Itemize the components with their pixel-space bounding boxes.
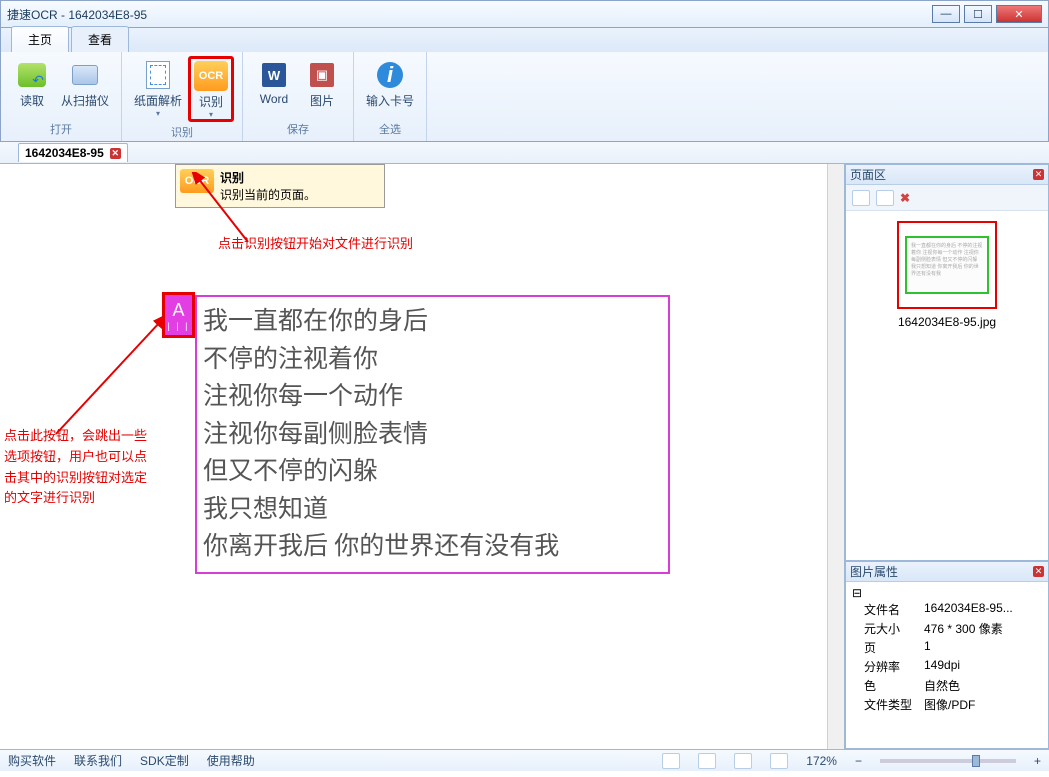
zoom-value: 172% [806, 754, 837, 768]
props-panel-header: 图片属性 ✕ [846, 562, 1048, 582]
window-title: 捷速OCR - 1642034E8-95 [7, 6, 147, 23]
recognize-tooltip: OCR 识别 识别当前的页面。 [175, 164, 385, 208]
prop-row: 文件名1642034E8-95... [850, 600, 1044, 619]
document-tab[interactable]: 1642034E8-95 ✕ [18, 143, 128, 162]
word-icon: W [257, 58, 291, 92]
prop-row: 元大小476 * 300 像素 [850, 619, 1044, 638]
tab-home[interactable]: 主页 [11, 26, 69, 52]
prop-row: 分辨率149dpi [850, 657, 1044, 676]
view-tool-2[interactable] [698, 753, 716, 769]
view-tool-3[interactable] [734, 753, 752, 769]
group-label-recognize: 识别 [171, 122, 193, 142]
ocr-icon: OCR [194, 59, 228, 93]
info-icon: i [373, 58, 407, 92]
group-label-selectall: 全选 [379, 119, 401, 139]
tree-collapse-icon[interactable]: ⊟ [850, 586, 1044, 600]
annotation-top: 点击识别按钮开始对文件进行识别 [218, 234, 413, 255]
close-button[interactable]: ✕ [996, 5, 1042, 23]
ribbon-tabs: 主页 查看 [0, 28, 1049, 52]
list-view-button[interactable] [876, 190, 894, 206]
scanner-icon [68, 58, 102, 92]
chevron-down-icon: ▾ [209, 110, 213, 119]
close-icon[interactable]: ✕ [110, 148, 121, 159]
vertical-scrollbar[interactable] [827, 164, 844, 749]
thumb-view-button[interactable] [852, 190, 870, 206]
ribbon: 读取 从扫描仪 打开 纸面解析 ▾ OCR 识别 ▾ 识别 [0, 52, 1049, 142]
page-thumbnail[interactable]: 我一直都在你的身后 不停的注视着你 注视你每一个动作 注视你每副侧脸表情 但又不… [897, 221, 997, 309]
thumbnail-area: 我一直都在你的身后 不停的注视着你 注视你每一个动作 注视你每副侧脸表情 但又不… [846, 211, 1048, 560]
document-tab-bar: 1642034E8-95 ✕ [0, 142, 1049, 164]
thumbnail-toolbar: ✖ [846, 185, 1048, 211]
save-image-button[interactable]: ▣ 图片 [299, 56, 345, 119]
folder-icon [15, 58, 49, 92]
zoom-slider[interactable] [880, 759, 1016, 763]
maximize-button[interactable]: ☐ [964, 5, 992, 23]
chevron-down-icon: ▾ [156, 109, 160, 118]
prop-row: 色自然色 [850, 676, 1044, 695]
prop-row: 文件类型图像/PDF [850, 695, 1044, 714]
close-icon[interactable]: ✕ [1033, 169, 1044, 180]
group-label-open: 打开 [50, 119, 72, 139]
view-tool-1[interactable] [662, 753, 680, 769]
group-label-save: 保存 [287, 119, 309, 139]
view-tool-4[interactable] [770, 753, 788, 769]
status-link-sdk[interactable]: SDK定制 [140, 752, 189, 769]
prop-row: 页1 [850, 638, 1044, 657]
pages-panel-header: 页面区 ✕ [846, 165, 1048, 185]
save-word-button[interactable]: W Word [251, 56, 297, 119]
annotation-left: 点击此按钮，会跳出一些选项按钮，用户也可以点击其中的识别按钮对选定的文字进行识别 [4, 426, 154, 509]
status-link-help[interactable]: 使用帮助 [207, 752, 255, 769]
ocr-icon: OCR [180, 169, 214, 193]
close-icon[interactable]: ✕ [1033, 566, 1044, 577]
property-tree: ⊟ 文件名1642034E8-95... 元大小476 * 300 像素 页1 … [846, 582, 1048, 718]
picture-icon: ▣ [305, 58, 339, 92]
title-bar: 捷速OCR - 1642034E8-95 — ☐ ✕ [0, 0, 1049, 28]
zoom-in-icon[interactable]: + [1034, 754, 1041, 768]
status-bar: 购买软件 联系我们 SDK定制 使用帮助 172% − + [0, 749, 1049, 771]
recognize-button[interactable]: OCR 识别 ▾ [188, 56, 234, 122]
thumbnail-label: 1642034E8-95.jpg [898, 315, 996, 329]
status-link-buy[interactable]: 购买软件 [8, 752, 56, 769]
from-scanner-button[interactable]: 从扫描仪 [57, 56, 113, 119]
recognition-region[interactable]: 我一直都在你的身后 不停的注视着你 注视你每一个动作 注视你每副侧脸表情 但又不… [195, 295, 670, 574]
enter-card-button[interactable]: i 输入卡号 [362, 56, 418, 119]
zoom-out-icon[interactable]: − [855, 754, 862, 768]
tab-view[interactable]: 查看 [71, 26, 129, 52]
open-button[interactable]: 读取 [9, 56, 55, 119]
document-view[interactable]: OCR 识别 识别当前的页面。 点击识别按钮开始对文件进行识别 点击此按钮，会跳… [0, 164, 845, 749]
region-select-badge[interactable]: A | | | [162, 292, 195, 338]
minimize-button[interactable]: — [932, 5, 960, 23]
page-icon [141, 58, 175, 92]
delete-icon[interactable]: ✖ [900, 191, 910, 205]
status-link-contact[interactable]: 联系我们 [74, 752, 122, 769]
page-analyze-button[interactable]: 纸面解析 ▾ [130, 56, 186, 122]
